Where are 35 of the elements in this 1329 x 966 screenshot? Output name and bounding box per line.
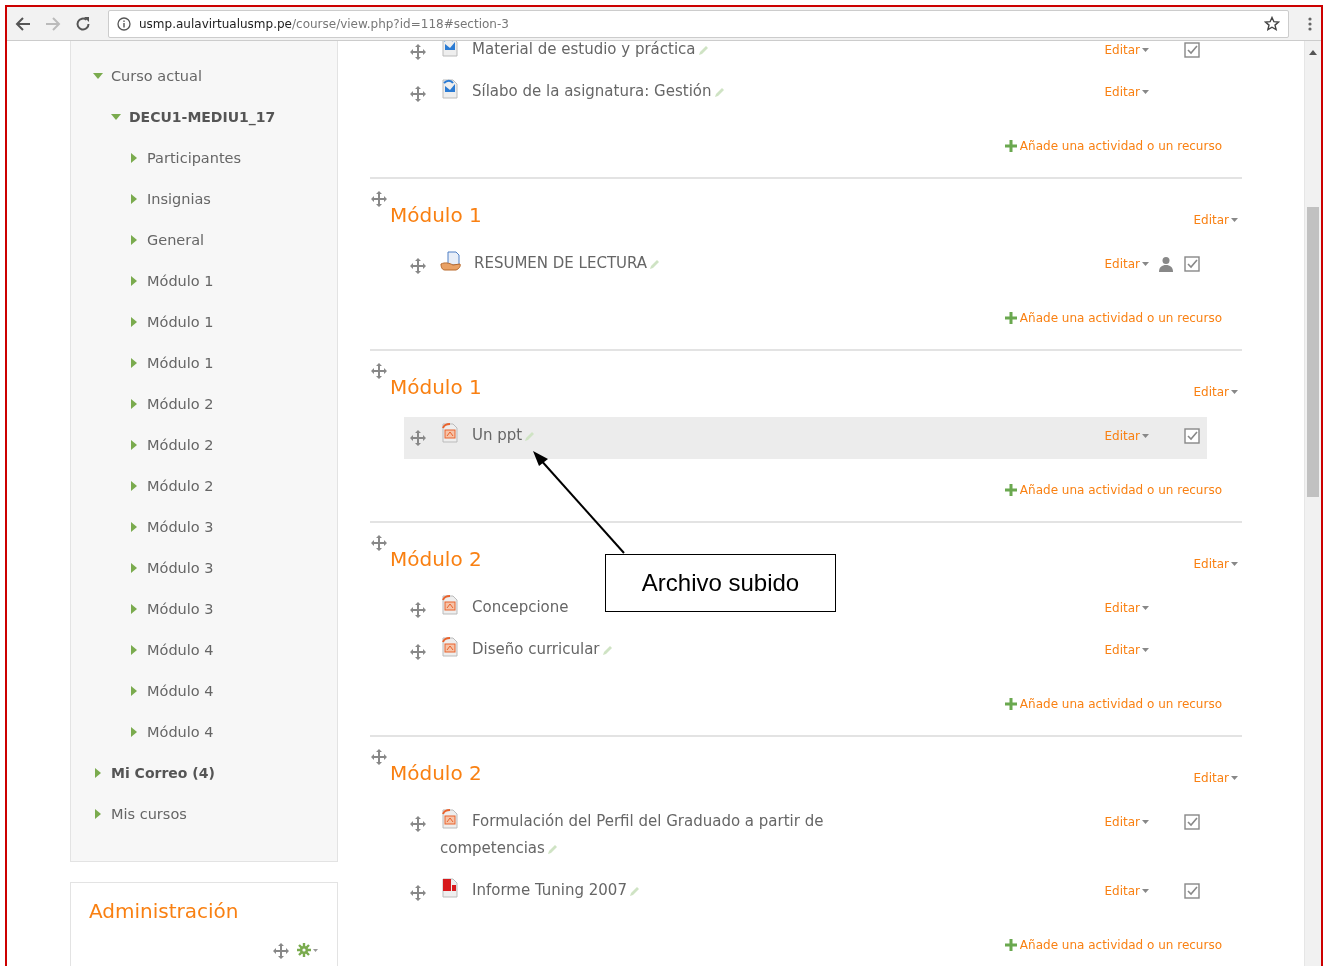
activity-link[interactable]: Diseño curricular	[440, 636, 614, 663]
activity-link[interactable]: Concepcione	[440, 594, 569, 621]
section-title: Módulo 2	[390, 761, 482, 785]
nav-link[interactable]: Mi Correo (4)	[111, 764, 215, 781]
url-text: usmp.aulavirtualusmp.pe/course/view.php?id=118#section-3	[139, 16, 509, 31]
nav-link[interactable]: Curso actual	[111, 67, 202, 84]
nav-link[interactable]: Mis cursos	[111, 805, 187, 822]
nav-link[interactable]: General	[147, 231, 205, 248]
activity-link[interactable]: Formulación del Perfil del Graduado a partir de competencias	[440, 808, 920, 862]
activity-link[interactable]: RESUMEN DE LECTURA	[440, 250, 662, 277]
callout-box: Archivo subido	[605, 554, 836, 612]
nav-link[interactable]: Módulo 1	[147, 313, 214, 330]
block-title: Administración	[89, 899, 240, 923]
activity-link[interactable]: Material de estudio y práctica	[440, 41, 710, 63]
nav-link[interactable]: Módulo 2	[147, 436, 214, 453]
section-title: Módulo 1	[390, 375, 482, 399]
nav-link[interactable]: Módulo 3	[147, 600, 214, 617]
nav-link[interactable]: Módulo 4	[147, 723, 214, 740]
nav-link[interactable]: Participantes	[147, 149, 242, 166]
nav-link[interactable]: DECU1-MEDIU1_17	[129, 108, 276, 125]
nav-link[interactable]: Insignias	[147, 190, 211, 207]
activity-link[interactable]: Un ppt	[440, 422, 537, 449]
address-field[interactable]: usmp.aulavirtualusmp.pe/course/view.php?id=118#section-3	[108, 9, 1289, 38]
nav-link[interactable]: Módulo 4	[147, 682, 214, 699]
activity-link[interactable]: Sílabo de la asignatura: Gestión	[440, 78, 726, 105]
nav-link[interactable]: Módulo 2	[147, 395, 214, 412]
section-title: Módulo 2	[390, 547, 482, 571]
activity-link[interactable]: Informe Tuning 2007	[440, 877, 641, 904]
section-title: Módulo 1	[390, 203, 482, 227]
nav-link[interactable]: Módulo 3	[147, 518, 214, 535]
nav-link[interactable]: Módulo 2	[147, 477, 214, 494]
nav-link[interactable]: Módulo 4	[147, 641, 214, 658]
nav-link[interactable]: Módulo 1	[147, 354, 214, 371]
nav-link[interactable]: Módulo 3	[147, 559, 214, 576]
nav-link[interactable]: Módulo 1	[147, 272, 214, 289]
